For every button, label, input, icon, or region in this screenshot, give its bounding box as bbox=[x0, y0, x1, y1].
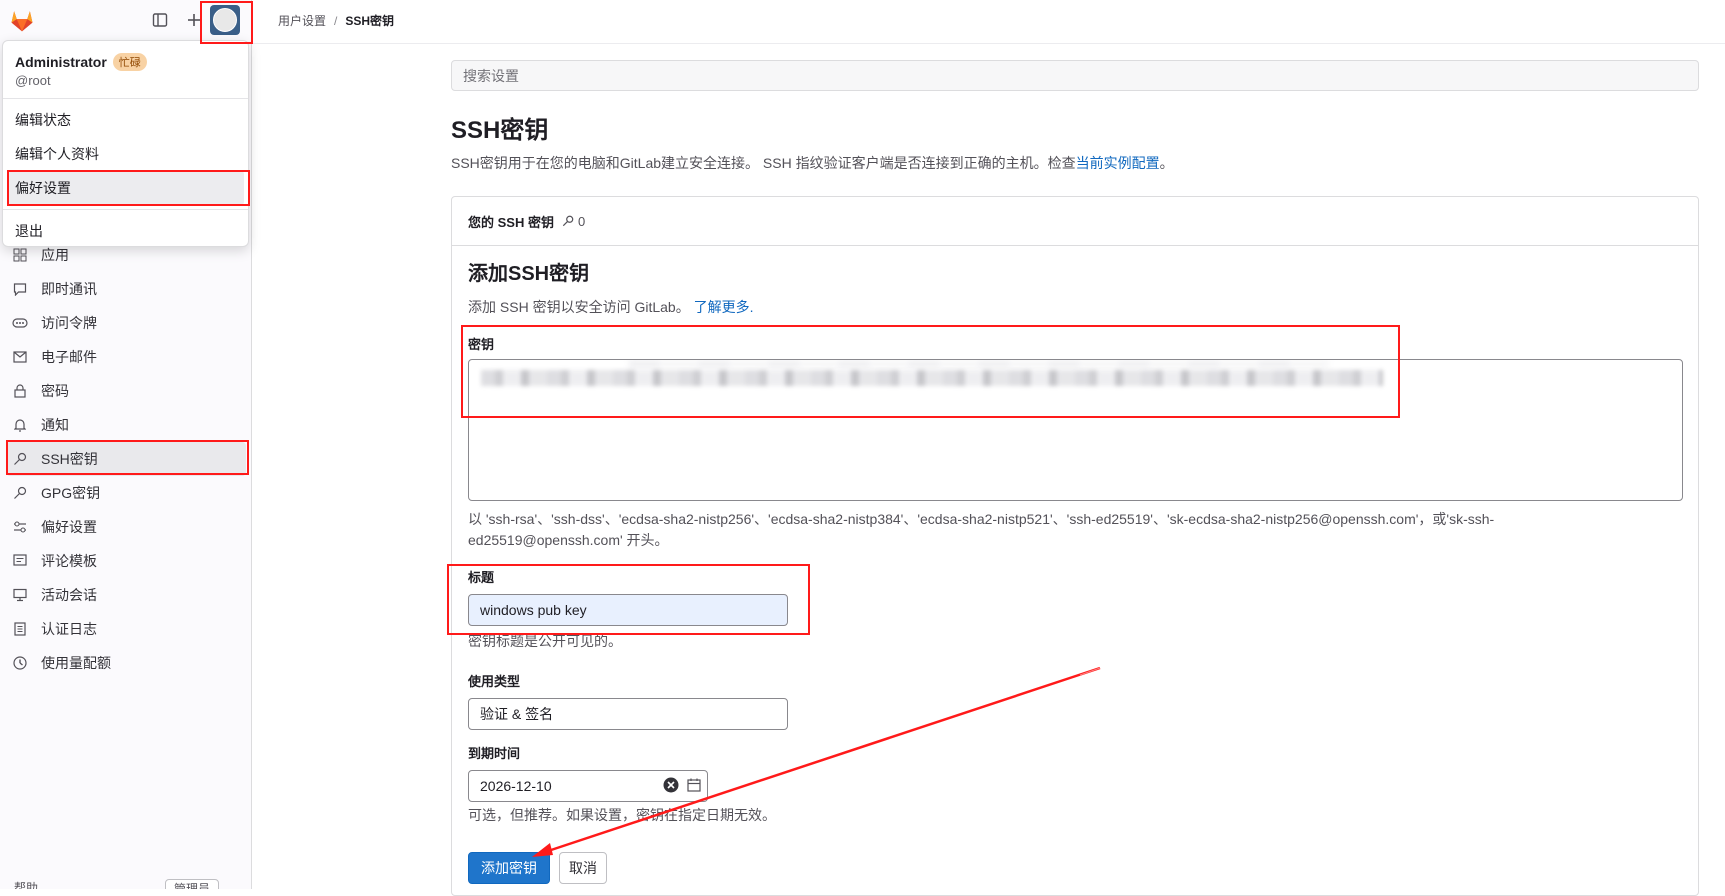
ssh-keys-card: 您的 SSH 密钥 0 添加SSH密钥 添加 SSH 密钥以安全访问 GitLa… bbox=[451, 196, 1699, 896]
key-icon bbox=[562, 215, 574, 227]
breadcrumb-current[interactable]: SSH密钥 bbox=[345, 14, 394, 28]
key-icon bbox=[12, 485, 28, 501]
monitor-icon bbox=[12, 587, 28, 603]
page-description: SSH密钥用于在您的电脑和GitLab建立安全连接。 SSH 指纹验证客户端是否… bbox=[451, 155, 1174, 171]
key-icon bbox=[12, 451, 28, 467]
calendar-icon bbox=[687, 778, 701, 792]
gitlab-logo-icon[interactable] bbox=[8, 6, 36, 34]
title-help-text: 密钥标题是公开可见的。 bbox=[468, 633, 622, 649]
menu-item-edit-status[interactable]: 编辑状态 bbox=[3, 103, 248, 137]
sidebar-item-label: 偏好设置 bbox=[41, 519, 97, 535]
learn-more-link[interactable]: 了解更多. bbox=[694, 299, 754, 315]
bell-icon bbox=[12, 417, 28, 433]
user-handle: @root bbox=[15, 73, 51, 88]
usage-type-label: 使用类型 bbox=[468, 674, 521, 689]
expiry-date-value: 2026-12-10 bbox=[480, 778, 552, 794]
clear-icon bbox=[663, 777, 679, 793]
sidebar-item-label: 使用量配额 bbox=[41, 655, 111, 671]
sidebar-item-preferences[interactable]: 偏好设置 bbox=[0, 510, 252, 544]
sidebar-item-label: 应用 bbox=[41, 247, 69, 263]
key-count-value: 0 bbox=[577, 213, 586, 229]
sidebar-item-access-tokens[interactable]: 访问令牌 bbox=[0, 306, 252, 340]
sidebar-footer: 帮助 管理员 bbox=[0, 879, 252, 889]
sidebar-item-label: 即时通讯 bbox=[41, 281, 97, 297]
help-button[interactable]: 帮助 bbox=[14, 879, 38, 889]
quota-icon bbox=[12, 655, 28, 671]
sidebar-item-gpg-keys[interactable]: GPG密钥 bbox=[0, 476, 252, 510]
title-label: 标题 bbox=[468, 570, 495, 585]
settings-nav: 应用 即时通讯 访问令牌 电子邮件 密码 通知 SSH密钥 GPG密钥 偏好设置… bbox=[0, 238, 252, 680]
redacted-key-text bbox=[481, 370, 1383, 386]
menu-item-preferences[interactable]: 偏好设置 bbox=[7, 171, 244, 205]
log-icon bbox=[12, 621, 28, 637]
sidebar-item-label: 认证日志 bbox=[41, 621, 97, 637]
key-textarea[interactable] bbox=[468, 359, 1683, 501]
sidebar-item-label: 密码 bbox=[41, 383, 69, 399]
sidebar-item-label: SSH密钥 bbox=[41, 451, 98, 467]
sidebar-item-label: GPG密钥 bbox=[41, 485, 101, 501]
mail-icon bbox=[12, 349, 28, 365]
breadcrumb-separator: / bbox=[334, 14, 338, 28]
header-divider bbox=[252, 43, 1725, 44]
search-settings-input[interactable]: 搜索设置 bbox=[451, 60, 1699, 91]
menu-item-sign-out[interactable]: 退出 bbox=[3, 214, 248, 248]
sidebar-item-label: 通知 bbox=[41, 417, 69, 433]
add-key-button[interactable]: 添加密钥 bbox=[468, 852, 550, 884]
breadcrumb-parent[interactable]: 用户设置 bbox=[278, 14, 326, 28]
sidebar-item-chat[interactable]: 即时通讯 bbox=[0, 272, 252, 306]
avatar bbox=[213, 8, 237, 32]
usage-type-select[interactable]: 验证 & 签名 bbox=[468, 698, 788, 730]
chat-icon bbox=[12, 281, 28, 297]
key-help-text: 以 'ssh-rsa'、'ssh-dss'、'ecdsa-sha2-nistp2… bbox=[468, 511, 1495, 548]
sidebar-item-emails[interactable]: 电子邮件 bbox=[0, 340, 252, 374]
form-description: 添加 SSH 密钥以安全访问 GitLab。 了解更多. bbox=[468, 299, 754, 315]
apps-icon bbox=[12, 247, 28, 263]
expiry-label: 到期时间 bbox=[468, 746, 521, 761]
instance-config-link[interactable]: 当前实例配置 bbox=[1076, 155, 1160, 171]
menu-divider bbox=[3, 209, 248, 210]
card-header-title: 您的 SSH 密钥 bbox=[468, 214, 554, 230]
sidebar-item-label: 活动会话 bbox=[41, 587, 97, 603]
admin-button[interactable]: 管理员 bbox=[165, 879, 220, 889]
user-name: Administrator bbox=[15, 54, 107, 70]
plus-icon[interactable] bbox=[182, 8, 206, 32]
sidebar-item-password[interactable]: 密码 bbox=[0, 374, 252, 408]
sidebar-item-comment-templates[interactable]: 评论模板 bbox=[0, 544, 252, 578]
token-icon bbox=[12, 315, 28, 331]
cancel-button[interactable]: 取消 bbox=[559, 852, 607, 884]
breadcrumb: 用户设置 / SSH密钥 bbox=[278, 12, 394, 29]
sidebar-topbar bbox=[0, 0, 252, 40]
user-menu-dropdown: Administrator 忙碌 @root 编辑状态 编辑个人资料 偏好设置 … bbox=[2, 40, 249, 247]
sidebar-item-usage-quotas[interactable]: 使用量配额 bbox=[0, 646, 252, 680]
expiry-help-text: 可选，但推荐。如果设置，密钥在指定日期无效。 bbox=[468, 807, 776, 823]
toggle-sidebar-icon[interactable] bbox=[148, 8, 172, 32]
status-badge: 忙碌 bbox=[112, 53, 147, 71]
lock-icon bbox=[12, 383, 28, 399]
sidebar-item-label: 访问令牌 bbox=[41, 315, 97, 331]
sidebar-item-active-sessions[interactable]: 活动会话 bbox=[0, 578, 252, 612]
key-count: 0 bbox=[562, 214, 585, 229]
card-header: 您的 SSH 密钥 0 bbox=[452, 197, 1698, 246]
menu-item-edit-profile[interactable]: 编辑个人资料 bbox=[3, 137, 248, 171]
expiry-date-input[interactable]: 2026-12-10 bbox=[468, 770, 708, 802]
form-title: 添加SSH密钥 bbox=[468, 263, 590, 285]
comment-template-icon bbox=[12, 553, 28, 569]
sidebar-item-label: 电子邮件 bbox=[41, 349, 97, 365]
user-menu-header[interactable]: Administrator 忙碌 @root bbox=[3, 41, 248, 99]
user-avatar-button[interactable] bbox=[210, 5, 240, 35]
sidebar-item-notifications[interactable]: 通知 bbox=[0, 408, 252, 442]
page-title: SSH密钥 bbox=[451, 117, 549, 144]
sidebar-item-auth-log[interactable]: 认证日志 bbox=[0, 612, 252, 646]
title-input[interactable]: windows pub key bbox=[468, 594, 788, 626]
sidebar-item-label: 评论模板 bbox=[41, 553, 97, 569]
preferences-icon bbox=[12, 519, 28, 535]
key-label: 密钥 bbox=[468, 337, 495, 352]
sidebar-item-ssh-keys[interactable]: SSH密钥 bbox=[6, 442, 246, 476]
